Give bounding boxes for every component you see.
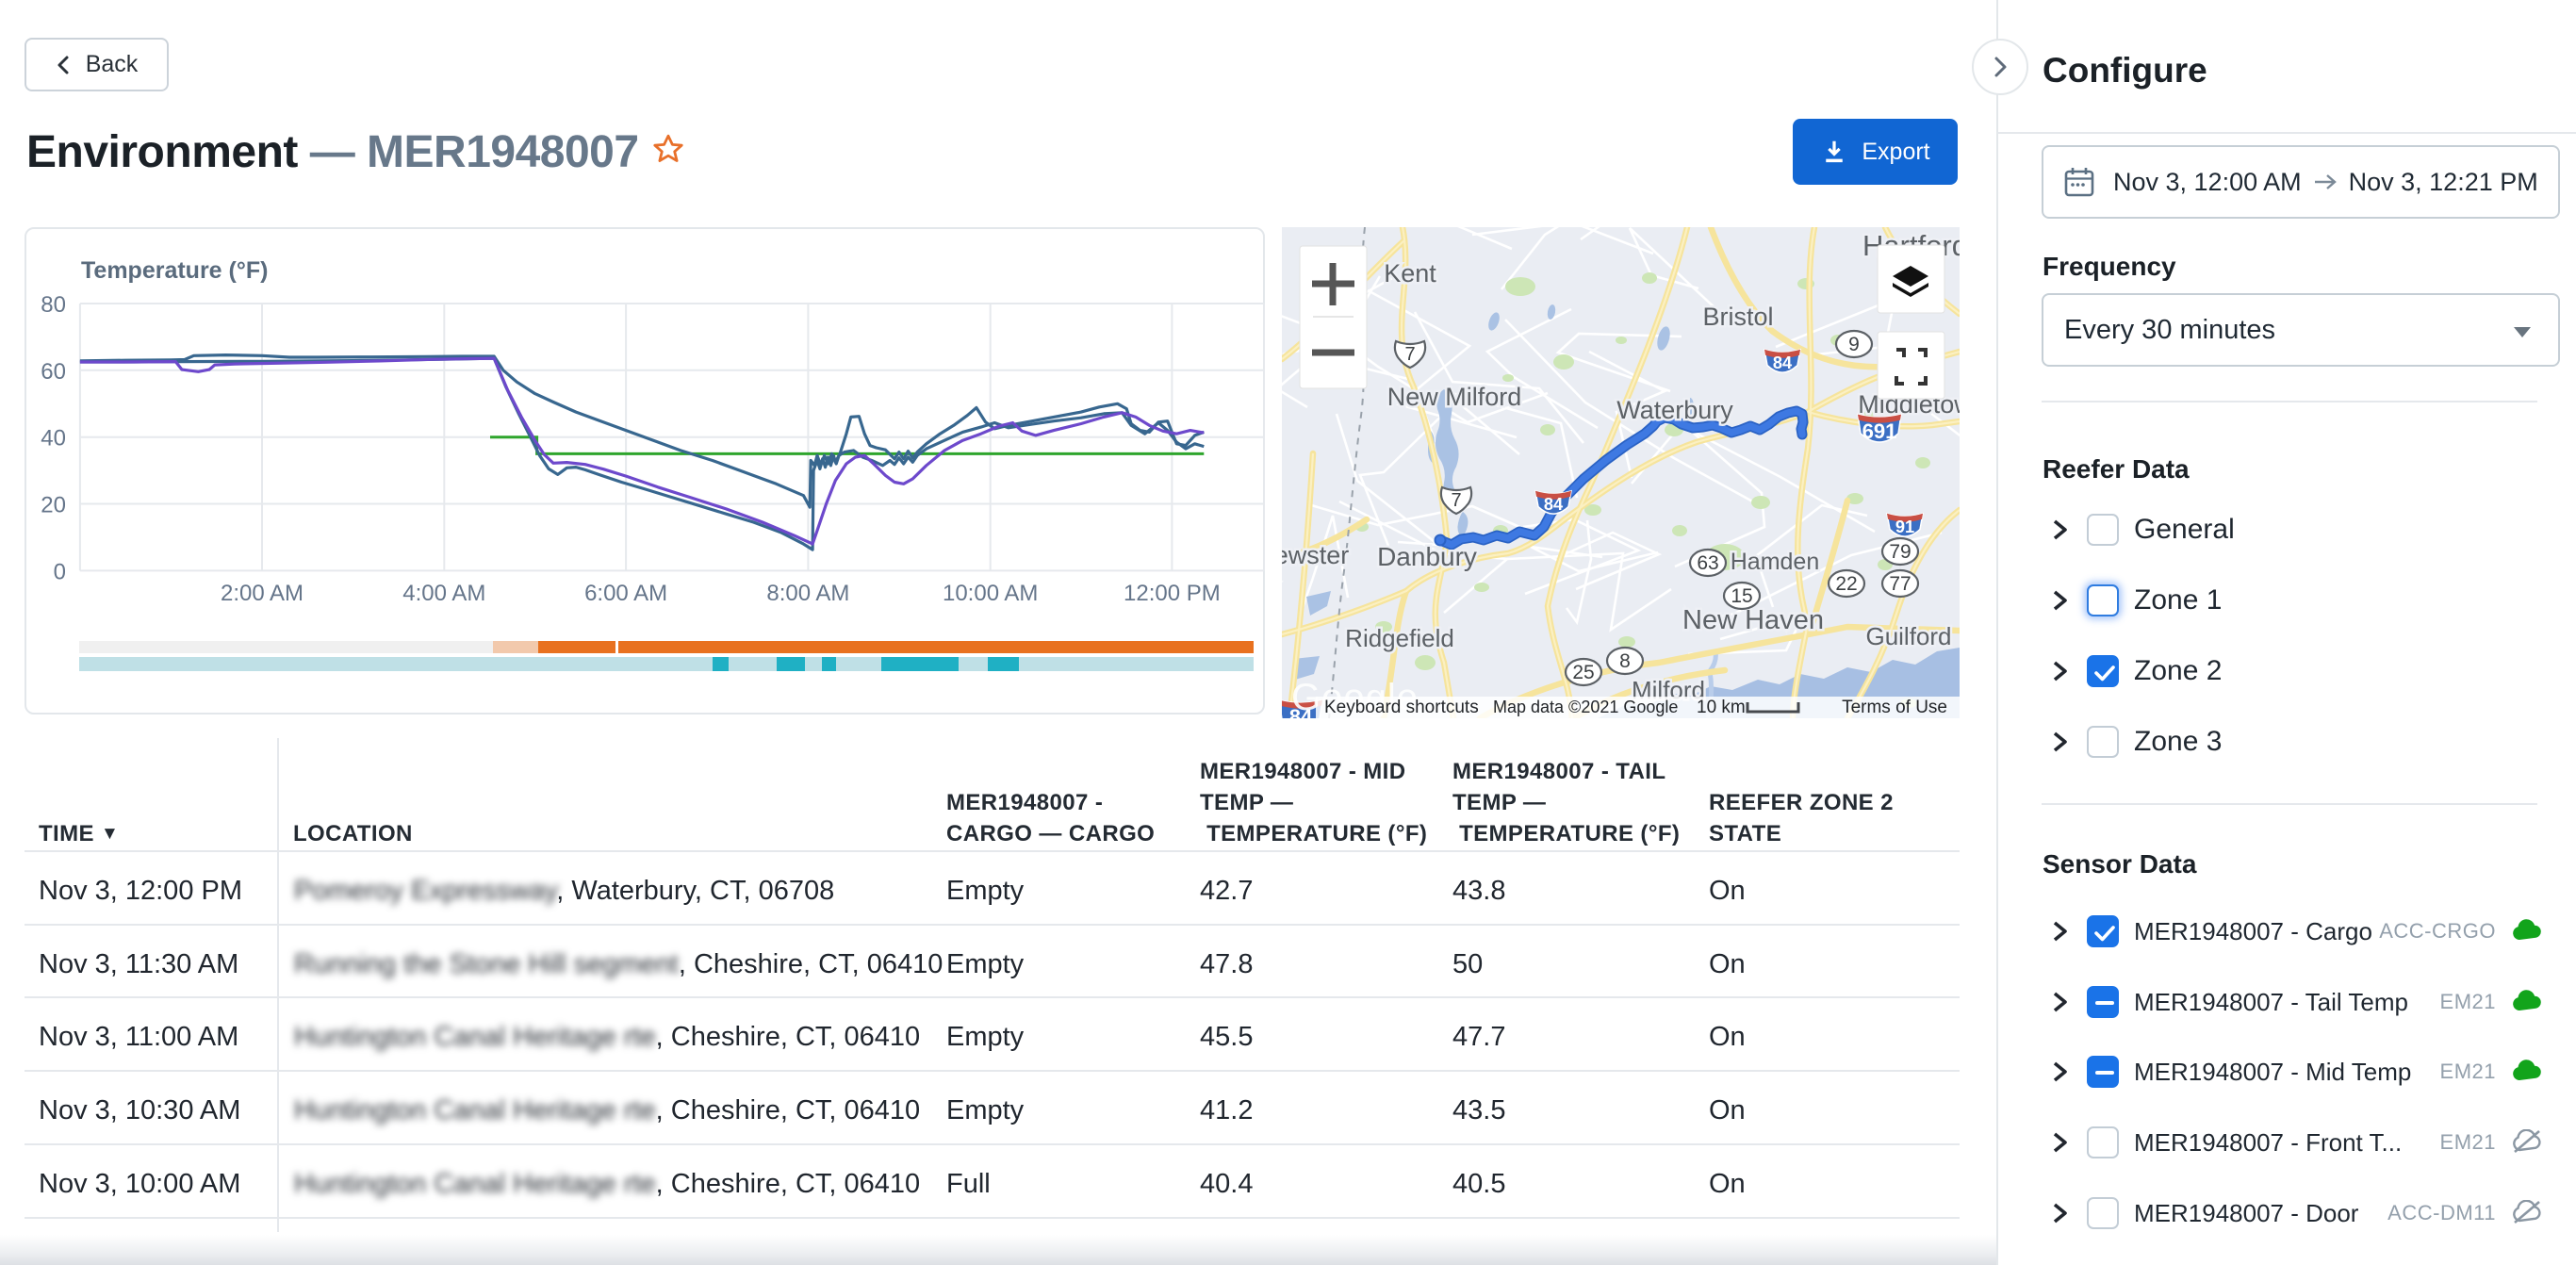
svg-text:Keyboard shortcuts: Keyboard shortcuts [1324, 698, 1479, 717]
svg-text:Guilford: Guilford [1865, 622, 1951, 650]
svg-text:6:00 AM: 6:00 AM [584, 581, 667, 606]
svg-text:22: 22 [1835, 573, 1857, 595]
svg-text:40: 40 [41, 426, 66, 452]
svg-text:25: 25 [1572, 662, 1594, 683]
svg-text:Bristol: Bristol [1702, 303, 1773, 331]
svg-text:Danbury: Danbury [1377, 542, 1477, 571]
svg-text:4:00 AM: 4:00 AM [402, 581, 485, 606]
svg-text:0: 0 [54, 559, 66, 584]
svg-text:8:00 AM: 8:00 AM [766, 581, 849, 606]
svg-text:Waterbury: Waterbury [1616, 396, 1733, 424]
svg-text:12:00 PM: 12:00 PM [1124, 581, 1221, 606]
svg-text:Ridgefield: Ridgefield [1345, 624, 1454, 652]
svg-text:Brewster: Brewster [1282, 541, 1349, 569]
svg-text:60: 60 [41, 359, 66, 385]
svg-text:80: 80 [41, 292, 66, 318]
svg-text:New Haven: New Haven [1682, 605, 1824, 635]
svg-text:84: 84 [1544, 494, 1564, 514]
svg-text:10 km: 10 km [1697, 698, 1746, 717]
svg-text:91: 91 [1895, 517, 1914, 536]
svg-text:7: 7 [1451, 490, 1461, 511]
svg-text:Terms of Use: Terms of Use [1842, 698, 1947, 717]
svg-text:Hamden: Hamden [1731, 549, 1820, 575]
svg-text:2:00 AM: 2:00 AM [221, 581, 304, 606]
svg-text:9: 9 [1848, 334, 1860, 355]
svg-text:20: 20 [41, 493, 66, 518]
svg-text:Kent: Kent [1384, 259, 1436, 288]
svg-text:7: 7 [1404, 344, 1415, 365]
svg-text:77: 77 [1889, 573, 1911, 595]
svg-text:15: 15 [1731, 585, 1752, 607]
svg-text:79: 79 [1889, 541, 1911, 563]
svg-text:New Milford: New Milford [1387, 383, 1522, 411]
svg-text:84: 84 [1773, 353, 1793, 372]
svg-text:8: 8 [1619, 650, 1631, 672]
svg-text:10:00 AM: 10:00 AM [943, 581, 1038, 606]
svg-text:691: 691 [1862, 419, 1897, 443]
svg-text:Map data ©2021 Google: Map data ©2021 Google [1493, 698, 1678, 716]
svg-text:63: 63 [1697, 552, 1718, 574]
